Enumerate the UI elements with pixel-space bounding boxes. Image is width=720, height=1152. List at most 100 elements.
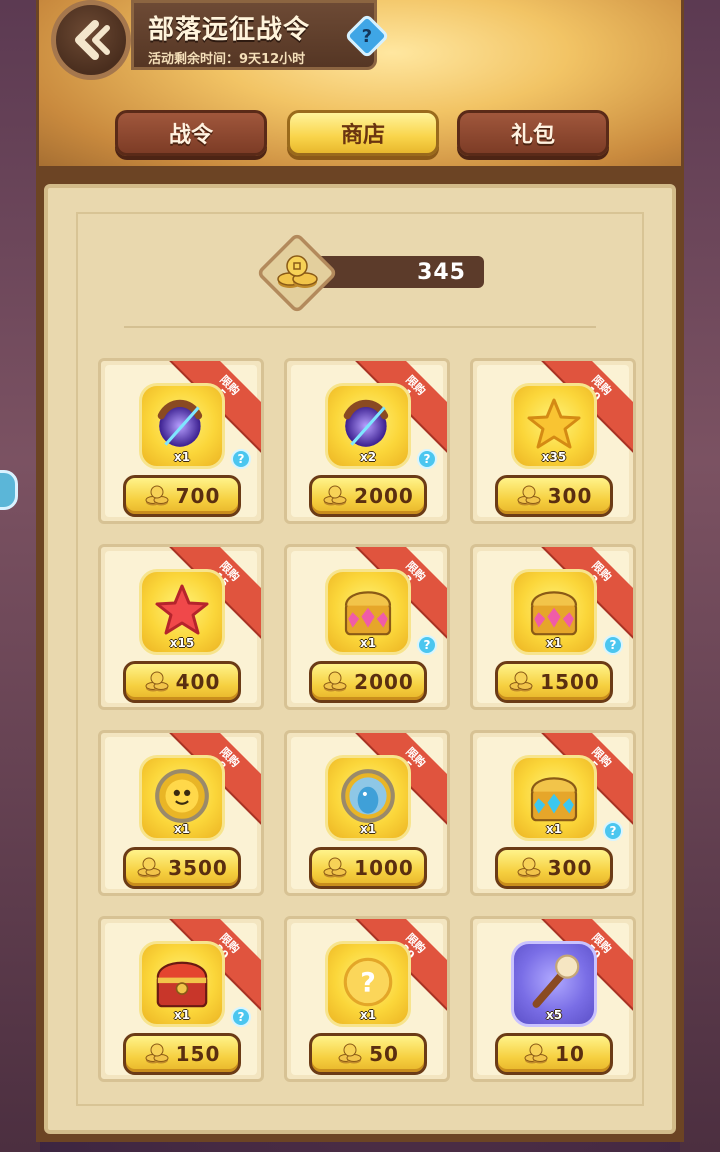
item-quantity: x1 xyxy=(359,1008,377,1022)
tab-shop[interactable]: 商店 xyxy=(287,110,439,156)
shop-panel-inner: 345 限购 5 x1 ? xyxy=(44,184,676,1134)
item-icon-frame[interactable]: x1 xyxy=(139,755,225,841)
item-price: 2000 xyxy=(354,484,414,508)
item-quantity: x2 xyxy=(359,450,377,464)
buy-button[interactable]: 3500 xyxy=(123,847,241,889)
item-price: 700 xyxy=(175,484,221,508)
shop-item-card[interactable]: 限购 50 x5 10 xyxy=(470,916,636,1082)
item-icon-frame[interactable]: x1 xyxy=(325,755,411,841)
item-quantity: x1 xyxy=(173,822,191,836)
buy-button[interactable]: 400 xyxy=(123,661,241,703)
shop-item-card[interactable]: 限购 5 x1 ? 300 xyxy=(470,730,636,896)
back-button[interactable] xyxy=(51,0,131,80)
item-icon-frame[interactable]: x1 xyxy=(139,383,225,469)
item-icon-frame[interactable]: x35 xyxy=(511,383,597,469)
double-chevron-left-icon xyxy=(75,20,110,60)
item-icon-frame[interactable]: x5 xyxy=(511,941,597,1027)
gold-star-icon xyxy=(524,394,584,458)
item-price: 1000 xyxy=(354,856,414,880)
item-quantity: x5 xyxy=(545,1008,563,1022)
item-icon-frame[interactable]: ? x1 xyxy=(325,941,411,1027)
buy-button[interactable]: 1000 xyxy=(309,847,427,889)
item-price: 300 xyxy=(547,856,593,880)
item-price: 2000 xyxy=(354,670,414,694)
background-left xyxy=(0,0,40,1152)
tab-battle-pass[interactable]: 战令 xyxy=(115,110,267,156)
item-price: 400 xyxy=(175,670,221,694)
item-info-button[interactable]: ? xyxy=(231,449,251,469)
shop-item-card[interactable]: 限购 2 x1 ? 1500 xyxy=(470,544,636,710)
item-icon-frame[interactable]: x1 xyxy=(511,569,597,655)
help-icon: ? xyxy=(361,25,373,47)
buy-button[interactable]: 300 xyxy=(495,475,613,517)
coin-stack-icon xyxy=(517,857,541,878)
tab-bar: 战令 商店 礼包 xyxy=(115,110,615,160)
shop-item-card[interactable]: 限购 5 x1 1000 xyxy=(284,730,450,896)
item-icon-frame[interactable]: x2 xyxy=(325,383,411,469)
shop-item-card[interactable]: 限购 10 x35 300 xyxy=(470,358,636,524)
item-icon-frame[interactable]: x15 xyxy=(139,569,225,655)
shop-panel: 345 限购 5 x1 ? xyxy=(36,176,684,1142)
item-quantity: x1 xyxy=(545,636,563,650)
coin-stack-icon xyxy=(323,857,347,878)
coin-stack-icon xyxy=(323,485,347,506)
coin-stack-icon xyxy=(323,671,347,692)
item-price: 3500 xyxy=(168,856,228,880)
item-info-button[interactable]: ? xyxy=(603,821,623,841)
tab-gift-pack[interactable]: 礼包 xyxy=(457,110,609,156)
item-quantity: x1 xyxy=(359,822,377,836)
background-right xyxy=(680,0,720,1152)
item-quantity: x15 xyxy=(169,636,195,650)
item-icon-frame[interactable]: x1 xyxy=(139,941,225,1027)
coin-stack-icon xyxy=(509,671,533,692)
item-icon-frame[interactable]: x1 xyxy=(325,569,411,655)
shop-item-card[interactable]: 限购 15 x15 400 xyxy=(98,544,264,710)
coin-stack-icon xyxy=(145,1043,169,1064)
coin-stack-icon xyxy=(145,485,169,506)
shop-item-card[interactable]: 限购 20 x1 ? 150 xyxy=(98,916,264,1082)
coin-stack-icon xyxy=(338,1043,362,1064)
shop-item-card[interactable]: 限购 3 x1 ? 2000 xyxy=(284,544,450,710)
item-icon-frame[interactable]: x1 xyxy=(511,755,597,841)
shop-item-card[interactable]: 限购 20 ? x1 50 xyxy=(284,916,450,1082)
title-plate: 部落远征战令 活动剩余时间：9天12小时 xyxy=(131,0,377,70)
item-price: 1500 xyxy=(540,670,600,694)
coin-stack-icon xyxy=(517,485,541,506)
coin-stack-icon xyxy=(145,671,169,692)
item-quantity: x35 xyxy=(541,450,567,464)
divider xyxy=(124,326,596,328)
item-info-button[interactable]: ? xyxy=(231,1007,251,1027)
header-banner: 部落远征战令 活动剩余时间：9天12小时 ? 战令 商店 礼包 xyxy=(36,0,684,176)
item-quantity: x1 xyxy=(359,636,377,650)
buy-button[interactable]: 2000 xyxy=(309,661,427,703)
page-title: 部落远征战令 xyxy=(148,15,311,45)
item-price: 300 xyxy=(547,484,593,508)
svg-text:?: ? xyxy=(360,967,376,998)
coin-stack-icon xyxy=(524,1043,548,1064)
side-gem-icon[interactable] xyxy=(0,470,18,510)
item-info-button[interactable]: ? xyxy=(603,635,623,655)
buy-button[interactable]: 1500 xyxy=(495,661,613,703)
currency-display: 345 xyxy=(255,231,484,315)
item-price: 10 xyxy=(555,1042,585,1066)
shop-item-card[interactable]: 限购 8 x1 3500 xyxy=(98,730,264,896)
item-price: 150 xyxy=(175,1042,221,1066)
item-quantity: x1 xyxy=(173,1008,191,1022)
buy-button[interactable]: 2000 xyxy=(309,475,427,517)
buy-button[interactable]: 700 xyxy=(123,475,241,517)
buy-button[interactable]: 10 xyxy=(495,1033,613,1075)
buy-button[interactable]: 300 xyxy=(495,847,613,889)
item-quantity: x1 xyxy=(173,450,191,464)
shop-item-card[interactable]: 限购 5 x1 ? 700 xyxy=(98,358,264,524)
item-quantity: x1 xyxy=(545,822,563,836)
event-timer: 活动剩余时间：9天12小时 xyxy=(148,52,306,67)
item-price: 50 xyxy=(369,1042,399,1066)
coin-stack-icon xyxy=(137,857,161,878)
shop-item-card[interactable]: 限购 1 x2 ? 2000 xyxy=(284,358,450,524)
red-star-icon xyxy=(152,580,212,644)
buy-button[interactable]: 150 xyxy=(123,1033,241,1075)
coin-stack-icon xyxy=(277,255,318,288)
item-info-button[interactable]: ? xyxy=(417,449,437,469)
item-info-button[interactable]: ? xyxy=(417,635,437,655)
buy-button[interactable]: 50 xyxy=(309,1033,427,1075)
